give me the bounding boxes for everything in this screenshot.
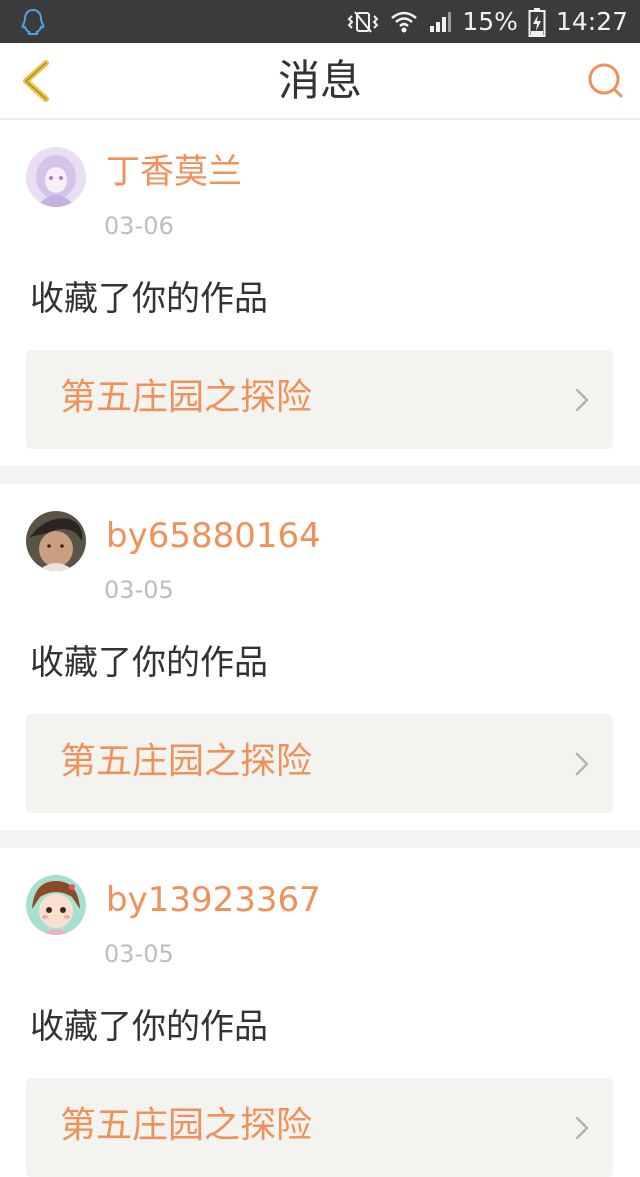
chevron-right-icon	[575, 1116, 589, 1140]
vibrate-icon	[347, 10, 379, 33]
avatar[interactable]	[26, 875, 86, 935]
username[interactable]: by13923367	[106, 878, 321, 922]
status-bar: 15% 14:27	[0, 0, 640, 43]
avatar-image	[26, 511, 86, 571]
battery-charging-icon	[528, 7, 546, 37]
action-text: 收藏了你的作品	[30, 279, 268, 319]
message-card: by13923367 03-05 收藏了你的作品 第五庄园之探险	[0, 848, 640, 1177]
avatar-image	[26, 147, 86, 207]
battery-percentage: 15%	[462, 7, 518, 36]
avatar-image	[26, 875, 86, 935]
wifi-icon	[391, 11, 418, 32]
page-title: 消息	[277, 56, 362, 105]
message-card: by65880164 03-05 收藏了你的作品 第五庄园之探险	[0, 484, 640, 830]
signal-icon	[430, 11, 452, 32]
work-link[interactable]: 第五庄园之探险	[26, 1078, 613, 1177]
clock: 14:27	[555, 7, 628, 36]
card-divider	[0, 830, 640, 848]
card-divider	[0, 466, 640, 484]
work-link[interactable]: 第五庄园之探险	[26, 350, 613, 449]
work-title: 第五庄园之探险	[60, 741, 313, 782]
work-title: 第五庄园之探险	[60, 1105, 313, 1146]
work-link[interactable]: 第五庄园之探险	[26, 714, 613, 813]
search-icon	[588, 63, 623, 98]
message-card: 丁香莫兰 03-06 收藏了你的作品 第五庄园之探险	[0, 120, 640, 466]
search-button[interactable]	[586, 61, 626, 101]
message-date: 03-05	[104, 940, 174, 968]
avatar[interactable]	[26, 147, 86, 207]
message-date: 03-06	[104, 212, 174, 240]
message-date: 03-05	[104, 576, 174, 604]
action-text: 收藏了你的作品	[30, 1007, 268, 1047]
chevron-right-icon	[575, 752, 589, 776]
avatar[interactable]	[26, 511, 86, 571]
header: 消息	[0, 43, 640, 120]
qq-icon	[21, 8, 45, 35]
username[interactable]: 丁香莫兰	[106, 150, 242, 194]
chevron-right-icon	[575, 388, 589, 412]
work-title: 第五庄园之探险	[60, 377, 313, 418]
username[interactable]: by65880164	[106, 514, 321, 558]
action-text: 收藏了你的作品	[30, 643, 268, 683]
